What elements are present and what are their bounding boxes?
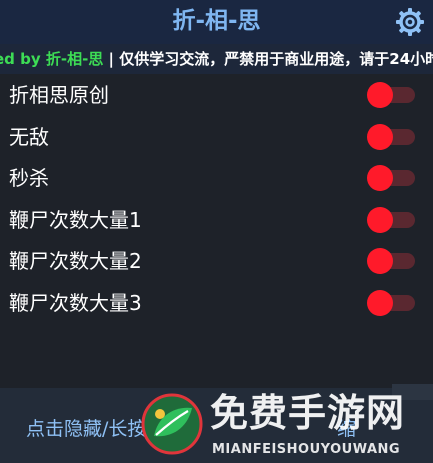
feature-label: 折相思原创 [9,83,109,107]
toggle-knob [367,123,393,150]
feature-label: 无敌 [9,124,49,149]
watermark-title: 免费手游网 [210,391,406,435]
feature-toggle[interactable] [367,206,417,233]
menu-title: 折-相-思 [172,8,261,34]
feature-toggle[interactable] [367,165,417,191]
feature-toggle[interactable] [367,289,417,316]
feature-row: 鞭尸次数大量1 [0,199,433,241]
notice-author: 折-相-思 [45,50,104,68]
feature-toggle[interactable] [367,82,417,108]
notice-prefix: ed by [0,50,41,68]
feature-row: 无敌 [0,116,433,158]
feature-label: 鞭尸次数大量1 [9,207,142,232]
feature-row: 秒杀 [0,157,433,199]
menu-header: 折-相-思 [0,0,433,44]
gear-icon[interactable] [395,7,425,37]
hide-menu-button[interactable]: 点击隐藏/长按 [26,416,146,442]
toggle-knob [367,206,393,233]
toggle-knob [367,165,393,191]
feature-row: 鞭尸次数大量2 [0,240,433,282]
notice-marquee: ed by 折-相-思 | 仅供学习交流，严禁用于商业用途，请于24小时内 [0,44,433,74]
toggle-knob [367,82,393,108]
feature-row: 鞭尸次数大量3 [0,282,433,324]
feature-list: 折相思原创 无敌 秒杀 鞭尸次数大量1 鞭尸次数大量2 鞭尸次数大量3 [0,74,433,323]
watermark-subtitle: MIANFEISHOUYOUWANG [212,442,401,457]
feature-label: 鞭尸次数大量3 [9,290,142,315]
feature-label: 秒杀 [9,166,49,190]
feature-row: 折相思原创 [0,74,433,116]
toggle-knob [367,248,393,274]
mod-menu-panel: 折-相-思 ed by 折-相-思 | 仅供学习交流，严禁用于商业用途，请于24… [0,0,433,463]
notice-text: ed by 折-相-思 | 仅供学习交流，严禁用于商业用途，请于24小时内 [0,49,433,69]
notice-disclaimer: | 仅供学习交流，严禁用于商业用途，请于24小时内 [103,50,433,68]
feature-label: 鞭尸次数大量2 [9,249,142,273]
toggle-knob [367,289,393,316]
feature-toggle[interactable] [367,248,417,274]
leaf-logo-icon [141,393,203,455]
feature-toggle[interactable] [367,123,417,150]
